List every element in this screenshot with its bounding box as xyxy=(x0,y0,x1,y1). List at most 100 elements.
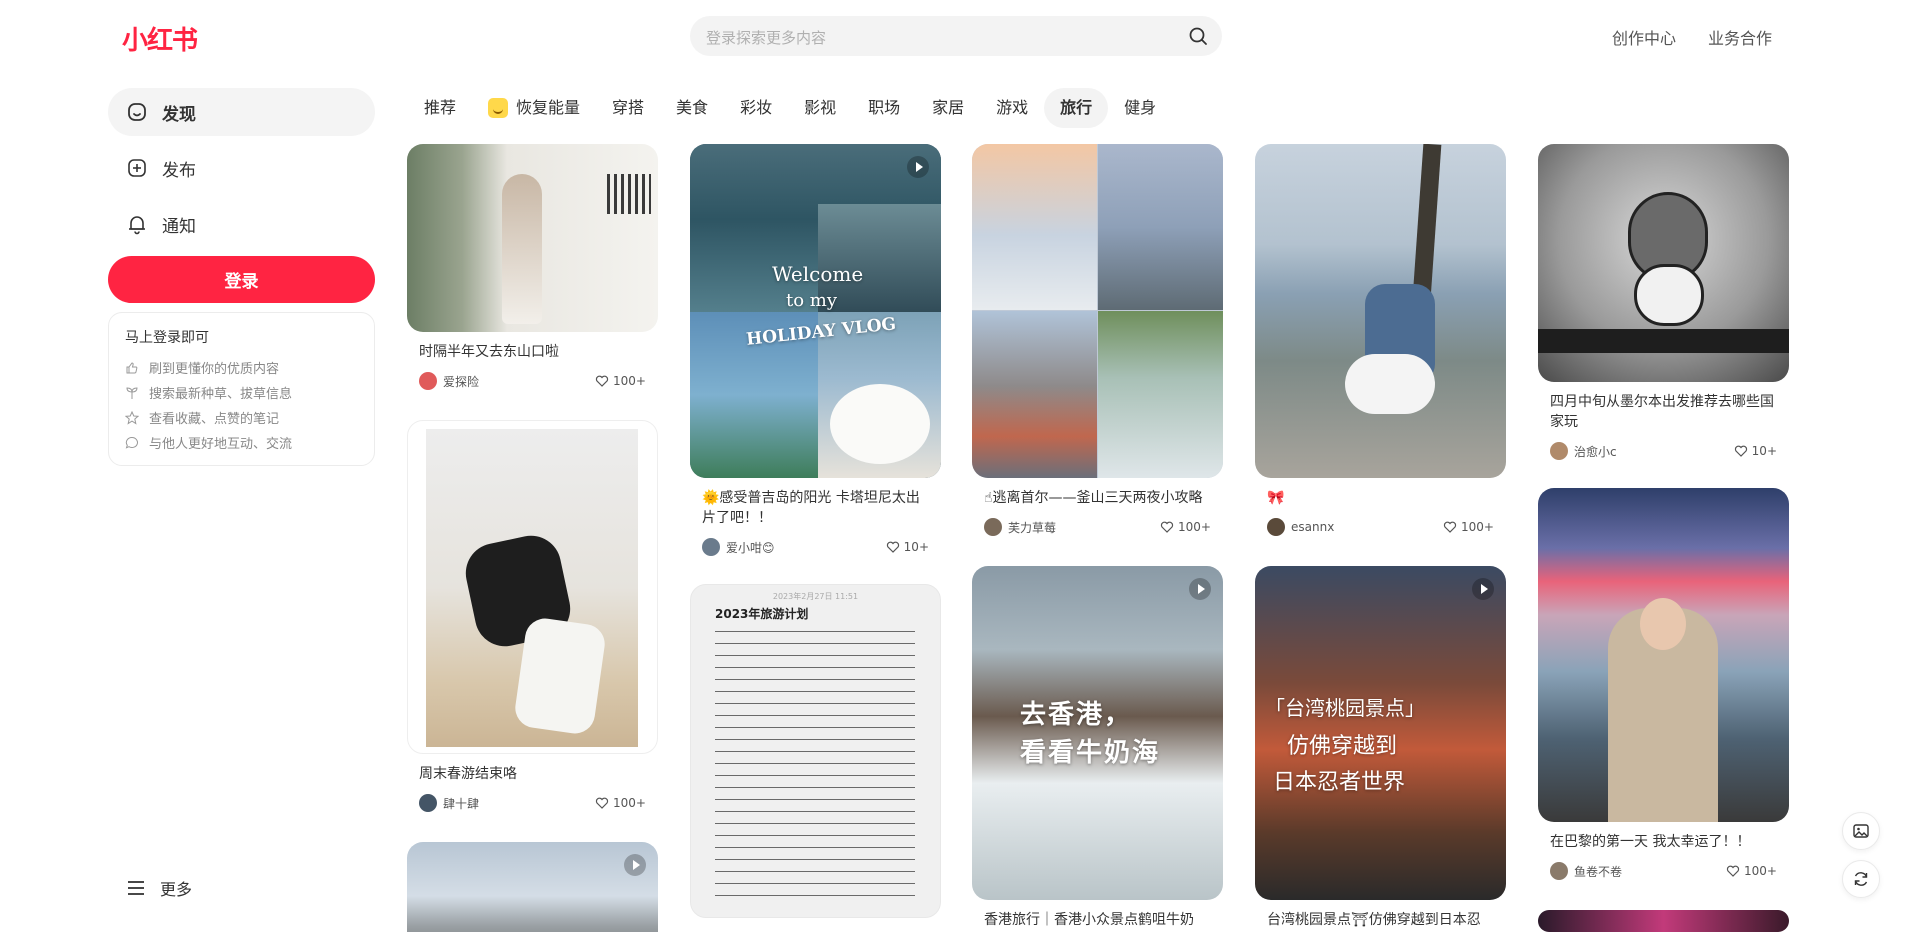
note-card[interactable]: 「台湾桃园景点」 仿佛穿越到 日本忍者世界 台湾桃园景点⛩仿佛穿越到日本忍 xyxy=(1255,566,1506,930)
tab-career[interactable]: 职场 xyxy=(852,88,916,128)
tab-makeup[interactable]: 彩妆 xyxy=(724,88,788,128)
note-card[interactable]: ☝逃离首尔——釜山三天两夜小攻略 芙力草莓 100+ xyxy=(972,144,1223,538)
author-avatar[interactable] xyxy=(702,538,720,556)
author-avatar[interactable] xyxy=(1550,862,1568,880)
sidebar-item-publish[interactable]: 发布 xyxy=(108,144,375,192)
like-button[interactable]: 10+ xyxy=(886,540,929,554)
note-cover-image[interactable] xyxy=(972,144,1223,478)
heart-icon xyxy=(595,797,609,809)
note-cover-image[interactable]: 2023年2月27日 11:51 2023年旅游计划 xyxy=(690,584,941,918)
tab-recommend[interactable]: 推荐 xyxy=(408,88,472,128)
business-link[interactable]: 业务合作 xyxy=(1708,25,1772,49)
note-card[interactable] xyxy=(407,842,658,932)
video-play-icon xyxy=(1189,578,1211,600)
author-name[interactable]: 治愈小c xyxy=(1574,443,1734,460)
like-button[interactable]: 100+ xyxy=(595,374,646,388)
author-name[interactable]: 爱小咁😊 xyxy=(726,539,886,556)
like-button[interactable]: 100+ xyxy=(1726,864,1777,878)
tab-outfit[interactable]: 穿搭 xyxy=(596,88,660,128)
more-menu[interactable]: 更多 xyxy=(126,876,192,900)
note-meta: 爱探险 100+ xyxy=(407,362,658,392)
tab-home[interactable]: 家居 xyxy=(916,88,980,128)
like-count: 10+ xyxy=(903,540,929,554)
video-play-icon xyxy=(907,156,929,178)
creator-center-link[interactable]: 创作中心 xyxy=(1612,25,1676,49)
cover-text: 去香港， xyxy=(1020,700,1133,730)
login-promo-row: 搜索最新种草、拔草信息 xyxy=(125,380,374,405)
author-avatar[interactable] xyxy=(419,372,437,390)
heart-icon xyxy=(1726,865,1740,877)
tab-recover-energy[interactable]: 恢复能量 xyxy=(472,88,596,128)
author-name[interactable]: esannx xyxy=(1291,520,1443,534)
like-button[interactable]: 100+ xyxy=(1443,520,1494,534)
note-cover-image[interactable] xyxy=(1538,910,1789,932)
note-card[interactable]: Welcome to my HOLIDAY VLOG 🌞感受普吉岛的阳光 卡塔坦… xyxy=(690,144,941,558)
note-cover-image[interactable]: 「台湾桃园景点」 仿佛穿越到 日本忍者世界 xyxy=(1255,566,1506,900)
note-card[interactable] xyxy=(1538,910,1789,932)
heart-icon xyxy=(886,541,899,553)
note-cover-image[interactable]: 去香港， 看看牛奶海 xyxy=(972,566,1223,900)
author-name[interactable]: 芙力草莓 xyxy=(1008,519,1160,536)
author-avatar[interactable] xyxy=(984,518,1002,536)
cover-text: 看看牛奶海 xyxy=(1020,738,1161,768)
cover-text: Welcome xyxy=(772,262,864,286)
note-card[interactable]: 在巴黎的第一天 我太幸运了！！ 鱼卷不卷 100+ xyxy=(1538,488,1789,882)
note-title[interactable]: ☝逃离首尔——釜山三天两夜小攻略 xyxy=(972,478,1223,508)
note-title[interactable]: 周末春游结束咯 xyxy=(407,754,658,784)
author-avatar[interactable] xyxy=(1267,518,1285,536)
author-name[interactable]: 爱探险 xyxy=(443,373,595,390)
smile-emoji-icon xyxy=(488,98,509,118)
author-name[interactable]: 鱼卷不卷 xyxy=(1574,863,1726,880)
note-title[interactable]: 四月中旬从墨尔本出发推荐去哪些国家玩 xyxy=(1538,382,1789,432)
image-icon xyxy=(1853,824,1869,838)
sidebar-item-notifications[interactable]: 通知 xyxy=(108,200,375,248)
note-title[interactable]: 🎀 xyxy=(1255,478,1506,508)
image-feedback-button[interactable] xyxy=(1842,812,1880,850)
note-cover-image[interactable] xyxy=(1538,488,1789,822)
note-meta: 肆十肆 100+ xyxy=(407,784,658,814)
login-button[interactable]: 登录 xyxy=(108,256,375,303)
sidebar-item-discover[interactable]: 发现 xyxy=(108,88,375,136)
note-cover-image[interactable] xyxy=(1538,144,1789,382)
note-cover-image[interactable] xyxy=(407,420,658,754)
note-cover-image[interactable]: Welcome to my HOLIDAY VLOG xyxy=(690,144,941,478)
cover-text: 仿佛穿越到 xyxy=(1287,734,1398,759)
note-cover-image[interactable] xyxy=(407,842,658,932)
bell-icon xyxy=(129,216,145,235)
tab-games[interactable]: 游戏 xyxy=(980,88,1044,128)
like-button[interactable]: 10+ xyxy=(1734,444,1777,458)
cover-text: 2023年旅游计划 xyxy=(715,607,809,621)
tab-travel[interactable]: 旅行 xyxy=(1044,88,1109,128)
note-title[interactable]: 香港旅行｜香港小众景点鹤咀牛奶 xyxy=(972,900,1223,930)
refresh-button[interactable] xyxy=(1842,860,1880,898)
star-icon xyxy=(125,410,139,425)
note-card[interactable]: 时隔半年又去东山口啦 爱探险 100+ xyxy=(407,144,658,392)
note-title[interactable]: 时隔半年又去东山口啦 xyxy=(407,332,658,362)
sidebar-item-label: 通知 xyxy=(162,216,196,237)
note-card[interactable]: 四月中旬从墨尔本出发推荐去哪些国家玩 治愈小c 10+ xyxy=(1538,144,1789,462)
note-meta: esannx 100+ xyxy=(1255,508,1506,538)
tab-fitness[interactable]: 健身 xyxy=(1108,88,1172,128)
note-cover-image[interactable] xyxy=(1255,144,1506,478)
note-card[interactable]: 2023年2月27日 11:51 2023年旅游计划 xyxy=(690,584,941,918)
tab-food[interactable]: 美食 xyxy=(660,88,724,128)
search-bar[interactable]: 登录探索更多内容 xyxy=(690,16,1222,56)
author-avatar[interactable] xyxy=(1550,442,1568,460)
note-title[interactable]: 🌞感受普吉岛的阳光 卡塔坦尼太出片了吧！！ xyxy=(690,478,941,528)
like-button[interactable]: 100+ xyxy=(1160,520,1211,534)
sprout-icon xyxy=(126,386,138,399)
note-title[interactable]: 在巴黎的第一天 我太幸运了！！ xyxy=(1538,822,1789,852)
note-cover-image[interactable] xyxy=(407,144,658,332)
tab-movies[interactable]: 影视 xyxy=(788,88,852,128)
note-card[interactable]: 🎀 esannx 100+ xyxy=(1255,144,1506,538)
note-card[interactable]: 去香港， 看看牛奶海 香港旅行｜香港小众景点鹤咀牛奶 xyxy=(972,566,1223,930)
note-title[interactable]: 台湾桃园景点⛩仿佛穿越到日本忍 xyxy=(1255,900,1506,930)
login-promo-row: 与他人更好地互动、交流 xyxy=(125,430,374,455)
like-button[interactable]: 100+ xyxy=(595,796,646,810)
search-input[interactable]: 登录探索更多内容 xyxy=(706,27,826,48)
search-icon[interactable] xyxy=(1188,26,1208,46)
author-name[interactable]: 肆十肆 xyxy=(443,795,595,812)
note-card[interactable]: 周末春游结束咯 肆十肆 100+ xyxy=(407,420,658,814)
author-avatar[interactable] xyxy=(419,794,437,812)
logo[interactable]: 小红书 xyxy=(122,20,198,57)
